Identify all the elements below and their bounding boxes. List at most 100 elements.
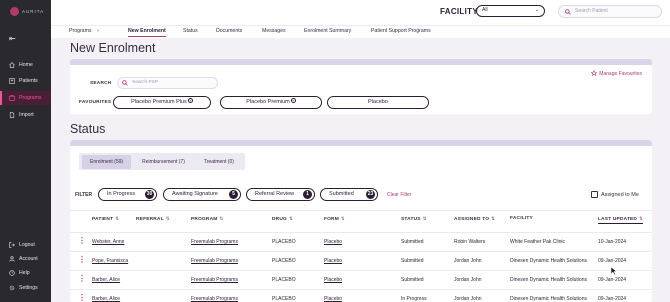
column-referral[interactable]: REFERRAL ⇅ (136, 216, 170, 222)
favourite-label: Placebo Premium (246, 99, 290, 105)
tab-documents[interactable]: Documents (216, 28, 242, 34)
filter-count-badge: 5 (229, 190, 238, 199)
column-assigned-to[interactable]: ASSIGNED TO ⇅ (454, 216, 495, 222)
tab-new-enrolment[interactable]: New Enrolment (128, 28, 166, 37)
sidebar-item-help[interactable]: Help (0, 266, 51, 280)
facility-select[interactable]: All ⌄ (476, 5, 545, 17)
row-menu-icon[interactable]: ⋮ (78, 256, 86, 264)
sort-icon: ⇅ (340, 216, 345, 221)
home-icon (9, 62, 15, 68)
column-status[interactable]: STATUS ⇅ (401, 216, 427, 222)
form-link[interactable]: Placebo (324, 296, 342, 302)
tab-enrolment-summary[interactable]: Enrolment Summary (304, 28, 351, 34)
sidebar-item-logout[interactable]: Logout (0, 238, 51, 252)
patient-link[interactable]: Pope, Fransisca (92, 258, 128, 264)
segment-treatment[interactable]: Treatment (0) (196, 155, 242, 169)
segment-enrolment[interactable]: Enrolment (59) (82, 154, 132, 169)
segment-reimbursement[interactable]: Reimbursement (7) (134, 155, 193, 169)
facility-value: All (482, 7, 488, 13)
updated-cell: 09-Jan-2024 (598, 258, 627, 264)
filter-pill-label: Submitted (329, 191, 354, 197)
facility-cell: Dinesen Dynamic Health Solutions (510, 296, 587, 302)
sort-icon: ⇅ (288, 216, 293, 221)
program-link[interactable]: Freemulab Programs (191, 277, 238, 283)
star-icon (590, 69, 598, 78)
filter-awaiting-signature[interactable]: Awaiting Signature 5 (163, 188, 241, 201)
filter-pill-label: Referral Review (255, 191, 295, 197)
column-form[interactable]: FORM ⇅ (324, 216, 345, 222)
program-link[interactable]: Freemulab Programs (191, 258, 238, 264)
new-enrolment-card: Manage Favourites SEARCH Search PSP FAVO… (70, 59, 652, 114)
search-label: SEARCH (90, 81, 112, 86)
assigned-cell: Robin Walters (454, 239, 486, 245)
facility-label: FACILITY (440, 7, 478, 16)
sidebar-item-label: Help (19, 270, 30, 276)
updated-cell: 09-Jan-2024 (598, 296, 627, 302)
form-link[interactable]: Placebo (324, 258, 342, 264)
sidebar-item-home[interactable]: Home (0, 58, 51, 72)
tab-patient-support-programs[interactable]: Patient Support Programs (371, 28, 431, 34)
top-bar: FACILITY All ⌄ Search Patient (51, 0, 670, 25)
table-header: PATIENT ⇅ REFERRAL ⇅ PROGRAM ⇅ DRUG ⇅ FORM ⇅ … (70, 210, 652, 226)
table-row: ⋮ Webster, Anne Freemulab Programs PLACE… (70, 232, 652, 251)
sort-icon: ⇅ (115, 216, 120, 221)
assigned-to-me-label: Assigned to Me (601, 191, 639, 198)
logo-icon (10, 7, 19, 16)
status-segment-control: Enrolment (59) Reimbursement (7) Treatme… (79, 153, 245, 170)
favourite-placebo-premium-plus[interactable]: Placebo Premium Plus + (113, 96, 211, 109)
updated-cell: 09-Jan-2024 (598, 277, 627, 283)
sidebar-item-programs[interactable]: Programs (0, 91, 51, 105)
filter-referral-review[interactable]: Referral Review 1 (246, 188, 315, 201)
tab-status[interactable]: Status (183, 28, 198, 34)
column-program[interactable]: PROGRAM ⇅ (191, 216, 223, 222)
logout-icon (9, 242, 15, 248)
clear-filter-link[interactable]: Clear Filter (387, 192, 411, 198)
updated-cell: 10-Jan-2024 (598, 239, 627, 245)
sidebar-item-settings[interactable]: Settings (0, 281, 51, 295)
sidebar-item-import[interactable]: Import (0, 108, 51, 122)
favourite-label: Placebo Premium Plus (131, 99, 187, 105)
drug-cell: PLACEBO (272, 239, 296, 245)
plus-circle-icon: + (290, 98, 296, 103)
facility-cell: Dinesen Dynamic Health Solutions (510, 277, 587, 283)
program-link[interactable]: Freemulab Programs (191, 296, 238, 302)
sidebar-item-account[interactable]: Account (0, 252, 51, 266)
sidebar-item-label: Import (19, 112, 34, 118)
assigned-cell: Jordan John (454, 258, 482, 264)
row-menu-icon[interactable]: ⋮ (78, 294, 86, 302)
filter-label: FILTER (75, 192, 93, 198)
patient-link[interactable]: Barber, Alice (92, 296, 120, 302)
favourites-label: FAVOURITES (79, 100, 112, 105)
column-patient[interactable]: PATIENT ⇅ (92, 216, 119, 222)
patient-link[interactable]: Barber, Alice (92, 277, 120, 283)
mouse-cursor-icon (611, 267, 617, 275)
assigned-to-me-checkbox[interactable]: Assigned to Me (591, 191, 639, 198)
column-drug[interactable]: DRUG ⇅ (272, 216, 293, 222)
patient-search-input[interactable]: Search Patient (558, 5, 662, 18)
brand-logo[interactable]: AURITA (10, 7, 44, 16)
sidebar-item-label: Home (19, 62, 33, 68)
favourite-placebo-premium[interactable]: Placebo Premium + (220, 96, 322, 109)
patient-link[interactable]: Webster, Anne (92, 239, 124, 245)
manage-favourites-link[interactable]: Manage Favourites (590, 69, 642, 78)
form-link[interactable]: Placebo (324, 277, 342, 283)
import-icon (9, 112, 15, 118)
filter-submitted[interactable]: Submitted 23 (320, 188, 378, 201)
sort-desc-icon: ⇅ (639, 216, 644, 221)
sidebar-item-patients[interactable]: Patients (0, 74, 51, 88)
psp-search-input[interactable]: Search PSP (117, 77, 218, 89)
form-link[interactable]: Placebo (324, 239, 342, 245)
favourite-placebo[interactable]: Placebo (327, 96, 429, 109)
column-last-updated[interactable]: LAST UPDATED ⇅ (598, 216, 644, 224)
breadcrumb-programs[interactable]: Programs (69, 28, 92, 34)
tab-messages[interactable]: Messages (262, 28, 286, 34)
sort-icon: ⇅ (219, 216, 224, 221)
table-row: ⋮ Pope, Fransisca Freemulab Programs PLA… (70, 251, 652, 270)
collapse-sidebar-icon[interactable]: ⇤ (9, 35, 16, 43)
search-placeholder: Search Patient (575, 8, 608, 14)
program-link[interactable]: Freemulab Programs (191, 239, 238, 245)
row-menu-icon[interactable]: ⋮ (78, 237, 86, 245)
checkbox-box[interactable] (591, 191, 598, 198)
row-menu-icon[interactable]: ⋮ (78, 275, 86, 283)
filter-in-progress[interactable]: In Progress 30 (98, 188, 157, 201)
